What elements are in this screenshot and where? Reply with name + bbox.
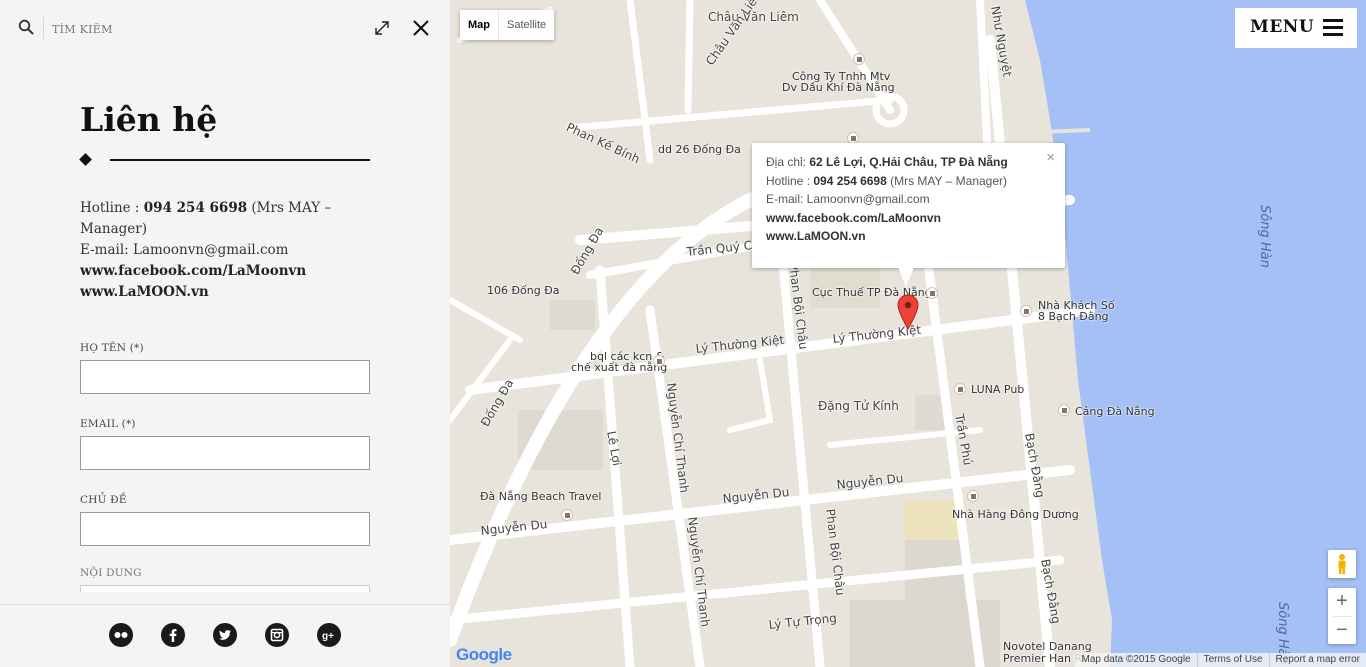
map-info-window: × Địa chỉ: 62 Lê Lợi, Q.Hải Châu, TP Đà … [752,143,1065,268]
search-separator [43,17,44,39]
contact-info: Hotline : 094 254 6698 (Mrs MAY – Manage… [80,198,380,303]
search-input[interactable] [52,18,302,40]
map-label-dang-tu-kinh: Đặng Tử Kính [818,399,899,413]
facebook-link[interactable]: www.facebook.com/LaMoonvn [80,261,380,282]
map-view[interactable]: Châu Văn Liêm Châu Văn Liêm Như Nguyệt C… [450,0,1366,667]
email-line: E-mail: Lamoonvn@gmail.com [80,242,289,258]
info-close-icon[interactable]: × [1046,150,1055,166]
message-section: NỘI DUNG [80,566,370,592]
map-label-cang-da-nang: Cảng Đà Nẵng [1075,405,1155,418]
subject-label: CHỦ ĐỀ [80,494,127,506]
name-label: HỌ TÊN (*) [80,342,144,354]
map-label-novotel-2: Premier Han Ri [1003,652,1086,665]
facebook-icon[interactable] [161,623,185,647]
poi-marker[interactable] [926,287,938,299]
map-label-cong-ty-2: Dv Dầu Khí Đà Nẵng [782,81,895,94]
poi-marker[interactable] [853,53,865,65]
subject-field[interactable] [80,512,370,546]
poi-marker[interactable] [1058,404,1070,416]
poi-marker[interactable] [653,355,665,367]
map-label-nha-khach-2: 8 Bạch Đằng [1038,310,1109,323]
street-view-pegman-icon[interactable] [1328,550,1356,578]
report-error-link[interactable]: Report a map error [1270,653,1366,667]
expand-icon[interactable] [372,18,392,38]
map-label-nha-hang: Nhà Hàng Đông Dương [952,508,1079,521]
poi-marker[interactable] [967,490,979,502]
zoom-out-button[interactable]: − [1328,617,1356,644]
contact-form: HỌ TÊN (*) EMAIL (*) CHỦ ĐỀ [80,341,380,546]
map-label-dd26: dd 26 Đống Đa [658,143,741,156]
google-logo[interactable]: Google [456,645,512,665]
info-address: Địa chỉ: 62 Lê Lợi, Q.Hải Châu, TP Đà Nẵ… [766,155,1008,169]
map-type-satellite-button[interactable]: Satellite [499,10,554,40]
poi-marker[interactable] [954,383,966,395]
divider-line [110,159,370,161]
contact-content: Liên hệ Hotline : 094 254 6698 (Mrs MAY … [79,90,380,569]
terms-link[interactable]: Terms of Use [1198,653,1269,667]
email-label: EMAIL (*) [80,418,136,430]
page-title: Liên hệ [80,100,218,139]
info-email: E-mail: Lamoonvn@gmail.com [766,192,930,206]
info-window-tail [898,267,914,287]
close-icon[interactable] [410,17,432,39]
website-link[interactable]: www.LaMOON.vn [80,282,380,303]
map-label-luna-pub: LUNA Pub [971,383,1025,396]
zoom-in-button[interactable]: + [1328,588,1356,616]
diamond-icon [79,153,92,166]
search-icon[interactable] [18,19,34,35]
flickr-icon[interactable] [109,623,133,647]
title-divider [79,150,380,172]
map-label-da-nang-beach: Đà Nẵng Beach Travel [480,490,602,503]
map-type-map-button[interactable]: Map [460,10,498,40]
map-data-text: Map data ©2015 Google [1081,654,1191,665]
name-field[interactable] [80,360,370,394]
hotline-label: Hotline : [80,200,144,216]
hotline-number: 094 254 6698 [143,200,248,216]
panel-topbar [0,0,450,58]
twitter-icon[interactable] [213,623,237,647]
menu-label: MENU [1250,17,1315,37]
zoom-control: + − [1328,588,1356,644]
svg-text:g+: g+ [322,631,334,642]
message-label: NỘI DUNG [80,567,142,579]
map-type-control: Map Satellite [460,10,555,40]
location-pin-icon[interactable] [897,294,919,330]
message-field[interactable] [80,585,370,592]
info-hotline: Hotline : 094 254 6698 (Mrs MAY – Manage… [766,173,1008,188]
info-website-link[interactable]: www.LaMOON.vn [766,227,1051,246]
hamburger-icon [1323,19,1343,37]
poi-marker[interactable] [1020,305,1032,317]
map-label-song-han-1: Sông Hàn [1257,205,1272,268]
email-field[interactable] [80,436,370,470]
contact-panel: Liên hệ Hotline : 094 254 6698 (Mrs MAY … [0,0,450,667]
menu-button[interactable]: MENU [1235,8,1357,48]
instagram-icon[interactable] [265,623,289,647]
social-footer: g+ [0,604,450,667]
poi-marker[interactable] [561,509,573,521]
info-facebook-link[interactable]: www.facebook.com/LaMoonvn [766,209,1051,228]
google-plus-icon[interactable]: g+ [317,623,341,647]
map-attribution: Map data ©2015 Google Terms of Use Repor… [1075,653,1366,667]
hotline-line: Hotline : 094 254 6698 (Mrs MAY – Manage… [80,198,380,240]
map-label-dd106: 106 Đống Đa [487,284,560,297]
